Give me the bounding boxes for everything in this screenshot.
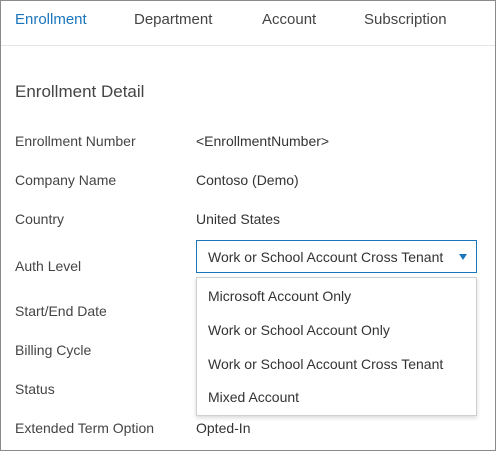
option-label: Work or School Account Only	[208, 322, 390, 338]
option-label: Work or School Account Cross Tenant	[208, 356, 444, 372]
auth-option-microsoft-account-only[interactable]: Microsoft Account Only	[197, 280, 476, 313]
enrollment-number-label: Enrollment Number	[15, 133, 136, 149]
extended-term-option-value: Opted-In	[196, 420, 251, 436]
auth-option-mixed-account[interactable]: Mixed Account	[197, 381, 476, 414]
option-label: Mixed Account	[208, 389, 300, 405]
tab-account[interactable]: Account	[262, 11, 316, 28]
auth-level-label: Auth Level	[15, 258, 82, 274]
enrollment-number-value: <EnrollmentNumber>	[196, 133, 330, 149]
company-name-value: Contoso (Demo)	[196, 172, 299, 188]
auth-level-selected-value: Work or School Account Cross Tenant	[208, 249, 444, 265]
country-label: Country	[15, 211, 65, 227]
tab-department[interactable]: Department	[134, 11, 212, 28]
auth-option-work-school-cross-tenant[interactable]: Work or School Account Cross Tenant	[197, 348, 476, 381]
start-end-date-label: Start/End Date	[15, 303, 107, 319]
tab-enrollment[interactable]: Enrollment	[15, 11, 87, 28]
enrollment-panel: Enrollment Department Account Subscripti…	[0, 0, 496, 451]
auth-level-dropdown: Microsoft Account Only Work or School Ac…	[196, 277, 477, 416]
billing-cycle-label: Billing Cycle	[15, 342, 92, 358]
section-title: Enrollment Detail	[15, 82, 145, 101]
auth-level-select[interactable]: Work or School Account Cross Tenant	[196, 240, 477, 273]
tab-bar: Enrollment Department Account Subscripti…	[1, 1, 495, 46]
company-name-label: Company Name	[15, 172, 117, 188]
extended-term-option-label: Extended Term Option	[15, 420, 155, 436]
auth-option-work-school-only[interactable]: Work or School Account Only	[197, 314, 476, 347]
tab-subscription[interactable]: Subscription	[364, 11, 447, 28]
status-label: Status	[15, 381, 55, 397]
country-value: United States	[196, 211, 281, 227]
option-label: Microsoft Account Only	[208, 288, 352, 304]
caret-down-icon	[459, 254, 467, 260]
